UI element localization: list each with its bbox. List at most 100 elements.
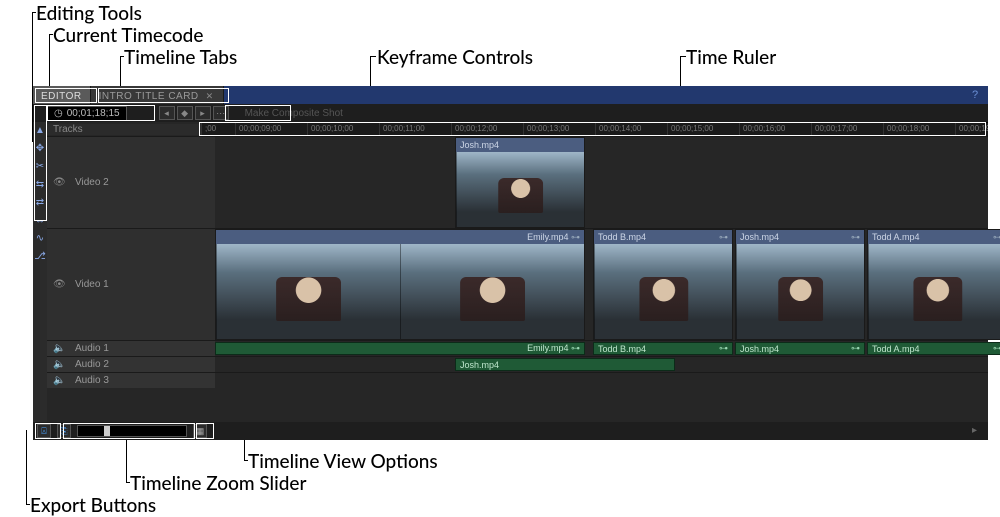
- add-keyframe-button[interactable]: ◆: [177, 106, 193, 120]
- clip-todda-v1[interactable]: Todd A.mp4 ⊶: [867, 229, 1000, 340]
- speaker-icon[interactable]: 🔈: [53, 359, 65, 370]
- clip-title: Todd B.mp4: [598, 232, 646, 242]
- tab-editor[interactable]: EDITOR: [33, 86, 91, 104]
- clip-title: Josh.mp4: [460, 360, 499, 370]
- export-button-2[interactable]: ⎘: [57, 424, 71, 438]
- link-icon: ⊶: [719, 343, 728, 354]
- ruler-tick: 00;00;16;00: [739, 123, 785, 136]
- ruler-tick: 00;00;19;00: [955, 123, 988, 136]
- ruler-tick: 00;00;17;00: [811, 123, 857, 136]
- tab-editor-label: EDITOR: [41, 91, 82, 102]
- timecode-row: ◷ 00;01;18;15 ◂ ◆ ▸ ⋯ Make Composite Sho…: [33, 104, 988, 122]
- clip-toddb-v1[interactable]: Todd B.mp4 ⊶: [593, 229, 733, 340]
- editing-tools: ▲ ✥ ✂ ⇆ ⇄ ↔ ∿ ⎇: [33, 122, 47, 422]
- clip-josh-v2[interactable]: Josh.mp4: [455, 137, 585, 228]
- track-label: Audio 1: [75, 343, 109, 354]
- make-composite-label: Make Composite Shot: [245, 108, 343, 119]
- link-icon: ⊶: [719, 232, 728, 243]
- snap-tool-icon[interactable]: ⎇: [34, 250, 46, 262]
- clip-todda-a1[interactable]: Todd A.mp4 ⊶: [867, 342, 1000, 355]
- speaker-icon[interactable]: 🔈: [53, 343, 65, 354]
- track-audio-3: 🔈 Audio 3: [47, 372, 988, 388]
- speaker-icon[interactable]: 🔈: [53, 375, 65, 386]
- track-label: Audio 2: [75, 359, 109, 370]
- callout-timeline-tabs: Timeline Tabs: [124, 46, 237, 69]
- clip-toddb-a1[interactable]: Todd B.mp4 ⊶: [593, 342, 733, 355]
- clip-emily-v1[interactable]: Emily.mp4 ⊶: [215, 229, 585, 340]
- callout-timeline-view-options: Timeline View Options: [248, 450, 438, 473]
- ruler-tick: 00;00;13;00: [523, 123, 569, 136]
- track-label: Video 1: [75, 279, 109, 290]
- clip-title: Josh.mp4: [740, 344, 779, 354]
- track-lane[interactable]: Josh.mp4: [215, 137, 988, 228]
- ruler-tick: ;00: [201, 123, 216, 136]
- clip-josh-a2[interactable]: Josh.mp4: [455, 358, 675, 371]
- callout-time-ruler: Time Ruler: [686, 46, 776, 69]
- clip-title: Emily.mp4: [527, 232, 568, 242]
- zoom-handle[interactable]: [104, 426, 110, 436]
- clip-title: Todd A.mp4: [872, 232, 920, 242]
- track-audio-1: 🔈 Audio 1 Emily.mp4 ⊶ Todd B.mp4 ⊶ Josh.m…: [47, 340, 988, 356]
- callout-keyframe-controls: Keyframe Controls: [377, 46, 533, 69]
- next-keyframe-button[interactable]: ▸: [195, 106, 211, 120]
- track-lane[interactable]: Emily.mp4 ⊶ Todd B.mp4 ⊶ Josh.mp4 ⊶ Todd A…: [215, 229, 988, 340]
- timeline-editor: EDITOR INTRO TITLE CARD ✕ ? ◷ 00;01;18;1…: [33, 86, 988, 440]
- eye-icon[interactable]: 👁: [53, 177, 65, 188]
- current-timecode[interactable]: ◷ 00;01;18;15: [47, 106, 127, 121]
- close-icon[interactable]: ✕: [205, 91, 215, 101]
- link-icon: ⊶: [993, 343, 1000, 354]
- track-label: Video 2: [75, 177, 109, 188]
- export-button-1[interactable]: ⍓: [37, 424, 51, 438]
- timeline-footer: ⍓ ⎘ ▦ ▸: [33, 422, 988, 440]
- track-lane[interactable]: Emily.mp4 ⊶ Todd B.mp4⊶ Josh.mp4⊶ Todd A…: [215, 341, 988, 356]
- clip-josh-v1[interactable]: Josh.mp4 ⊶: [735, 229, 865, 340]
- time-ruler[interactable]: ;00 00;00;09;00 00;00;10;00 00;00;11;00 …: [201, 122, 988, 136]
- callout-editing-tools: Editing Tools: [36, 2, 142, 25]
- tab-intro-title-card[interactable]: INTRO TITLE CARD ✕: [91, 86, 224, 104]
- callout-timeline-zoom-slider: Timeline Zoom Slider: [130, 472, 306, 495]
- link-icon: ⊶: [571, 232, 580, 242]
- ruler-tick: 00;00;11;00: [379, 123, 425, 136]
- rate-tool-icon[interactable]: ∿: [34, 232, 46, 244]
- scroll-right-icon[interactable]: ▸: [972, 425, 984, 437]
- help-icon[interactable]: ?: [968, 88, 982, 102]
- clip-title: Todd B.mp4: [598, 344, 646, 354]
- tracks-label: Tracks: [47, 124, 201, 135]
- hand-tool-icon[interactable]: ✥: [34, 142, 46, 154]
- track-lane[interactable]: [215, 373, 988, 388]
- ruler-tick: 00;00;18;00: [883, 123, 929, 136]
- clip-title: Todd A.mp4: [872, 344, 920, 354]
- clock-icon: ◷: [54, 108, 63, 119]
- callout-current-timecode: Current Timecode: [53, 24, 203, 47]
- timecode-value: 00;01;18;15: [67, 108, 120, 119]
- callout-export-buttons: Export Buttons: [30, 494, 156, 517]
- clip-title: Emily.mp4: [527, 343, 568, 353]
- keyframe-options-button[interactable]: ⋯: [213, 106, 229, 120]
- track-lane[interactable]: Josh.mp4: [215, 357, 988, 372]
- clip-title: Josh.mp4: [740, 232, 779, 242]
- timeline-view-options-button[interactable]: ▦: [193, 424, 207, 438]
- clip-emily-a1[interactable]: Emily.mp4 ⊶: [215, 342, 585, 355]
- track-label: Audio 3: [75, 375, 109, 386]
- prev-keyframe-button[interactable]: ◂: [159, 106, 175, 120]
- ruler-tick: 00;00;12;00: [451, 123, 497, 136]
- select-tool-icon[interactable]: ▲: [34, 124, 46, 136]
- ruler-tick: 00;00;15;00: [667, 123, 713, 136]
- link-icon: ⊶: [851, 232, 860, 243]
- clip-josh-a1[interactable]: Josh.mp4⊶: [735, 342, 865, 355]
- ruler-tick: 00;00;09;00: [235, 123, 281, 136]
- track-video-1: 👁 Video 1 Emily.mp4 ⊶ Todd B.mp4 ⊶ Josh.m…: [47, 228, 988, 340]
- timeline-zoom-slider[interactable]: [77, 425, 187, 437]
- link-icon: ⊶: [571, 343, 580, 353]
- track-audio-2: 🔈 Audio 2 Josh.mp4: [47, 356, 988, 372]
- link-icon: ⊶: [993, 232, 1000, 243]
- timeline-tab-bar: EDITOR INTRO TITLE CARD ✕ ?: [33, 86, 988, 104]
- keyframe-controls: ◂ ◆ ▸ ⋯: [159, 106, 229, 120]
- slide-tool-icon[interactable]: ⇄: [34, 196, 46, 208]
- ripple-tool-icon[interactable]: ↔: [34, 214, 46, 226]
- eye-icon[interactable]: 👁: [53, 279, 65, 290]
- slip-tool-icon[interactable]: ⇆: [34, 178, 46, 190]
- slice-tool-icon[interactable]: ✂: [34, 160, 46, 172]
- ruler-tick: 00;00;10;00: [307, 123, 353, 136]
- tab-intro-label: INTRO TITLE CARD: [99, 91, 199, 102]
